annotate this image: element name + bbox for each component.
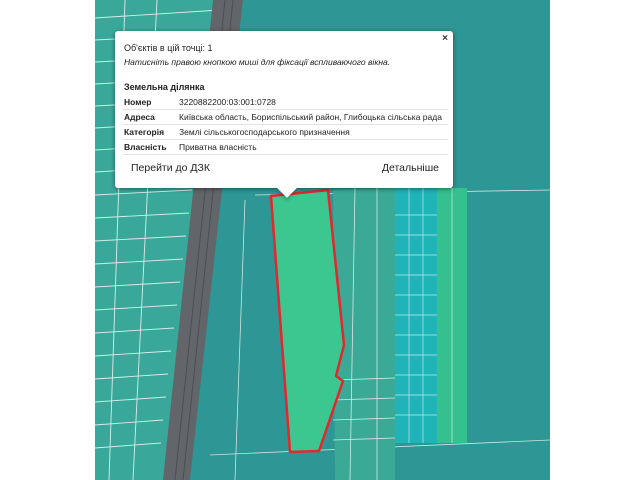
table-row: Власність Приватна власність [123, 139, 448, 155]
row-key: Номер [123, 95, 178, 110]
table-row: Адреса Київська область, Бориспільський … [123, 109, 448, 125]
pin-hint: Натисніть правою кнопкою миші для фіксац… [124, 57, 391, 67]
row-value: Землі сільськогосподарського призначення [178, 124, 448, 140]
row-value: Приватна власність [178, 139, 448, 155]
cyan-plots [395, 188, 437, 443]
row-key: Категорія [123, 124, 178, 140]
close-icon[interactable]: × [442, 33, 448, 45]
goto-dzk-button[interactable]: Перейти до ДЗК [125, 157, 216, 179]
parcel-info-popup: × Об'єктів в цій точці: 1 Натисніть прав… [115, 31, 453, 198]
details-button[interactable]: Детальніше [376, 157, 445, 179]
row-value: Київська область, Бориспільський район, … [178, 109, 448, 125]
table-row: Номер 3220882200:03:001:0728 [123, 95, 448, 110]
row-value: 3220882200:03:001:0728 [178, 95, 448, 110]
row-key: Власність [123, 139, 178, 155]
object-count: Об'єктів в цій точці: 1 [124, 43, 213, 53]
table-row: Категорія Землі сільськогосподарського п… [123, 124, 448, 140]
row-key: Адреса [123, 109, 178, 125]
section-title: Земельна ділянка [124, 82, 205, 92]
parcel-properties: Номер 3220882200:03:001:0728 Адреса Київ… [123, 95, 448, 155]
